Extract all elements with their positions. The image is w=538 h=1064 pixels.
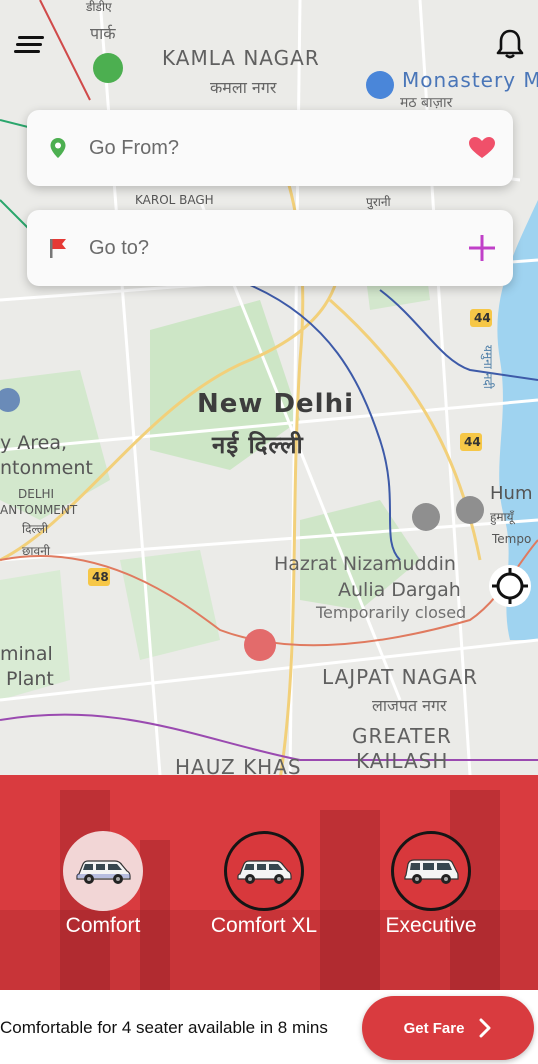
map-label: छावनी xyxy=(22,544,50,558)
map-label: GREATER xyxy=(352,724,452,748)
flag-icon xyxy=(27,237,89,259)
vehicle-label: Comfort xyxy=(65,914,141,937)
map-label: New Delhi xyxy=(197,389,355,419)
map-label: लाजपत नगर xyxy=(372,696,447,715)
map-label: ANTONMENT xyxy=(0,503,78,517)
vehicle-option-comfort-xl[interactable]: Comfort XL xyxy=(179,831,349,938)
vehicle-option-comfort[interactable]: Comfort xyxy=(18,831,188,938)
map-label: Monastery Ma xyxy=(402,68,538,92)
locate-me-button[interactable] xyxy=(489,565,531,607)
from-input[interactable] xyxy=(89,128,451,168)
bottom-bar: Comfortable for 4 seater available in 8 … xyxy=(0,990,538,1064)
car-icon xyxy=(224,831,304,911)
vehicle-label: Comfort XL xyxy=(210,914,318,937)
road-shield-label: 48 xyxy=(92,570,109,584)
map-label: DELHI xyxy=(18,487,55,501)
vehicle-selection-panel: Comfort Comfort XL Executive xyxy=(0,775,538,990)
map-label: Tempo xyxy=(492,532,532,546)
vehicle-label: Executive xyxy=(385,914,477,937)
vehicle-option-executive[interactable]: Executive xyxy=(346,831,516,938)
map-label: हुमायूँ xyxy=(490,510,514,524)
get-fare-button[interactable]: Get Fare xyxy=(362,996,534,1060)
map-label: LAJPAT NAGAR xyxy=(322,665,479,689)
map-label: Hazrat Nizamuddin xyxy=(274,553,456,575)
to-input[interactable] xyxy=(89,228,451,268)
chevron-right-icon xyxy=(479,1018,491,1038)
map-label: KAILASH xyxy=(356,749,449,773)
favorite-heart-icon[interactable] xyxy=(451,136,513,160)
map-label: Plant xyxy=(6,668,54,690)
location-pin-icon xyxy=(27,137,89,159)
map-label: Aulia Dargah xyxy=(338,579,461,601)
road-shield-label: 44 xyxy=(474,311,491,325)
get-fare-label: Get Fare xyxy=(403,1019,465,1037)
map-label: Hum xyxy=(490,483,533,504)
road-shield-label: 44 xyxy=(464,435,481,449)
car-icon xyxy=(63,831,143,911)
map-label: HAUZ KHAS xyxy=(175,755,302,775)
add-stop-plus-icon[interactable] xyxy=(451,234,513,262)
map-label: दिल्ली xyxy=(22,522,49,536)
from-location-card xyxy=(27,110,513,186)
to-location-card xyxy=(27,210,513,286)
map-label: ntonment xyxy=(0,457,93,479)
map-label: कमला नगर xyxy=(210,78,277,97)
map-label: y Area, xyxy=(0,432,68,454)
map-label: यमुना नदी xyxy=(481,345,495,389)
map-label: डीडीए xyxy=(86,0,112,14)
map-label: पुरानी xyxy=(366,195,391,209)
map-label: minal xyxy=(0,643,53,665)
crosshair-icon xyxy=(492,568,528,604)
map-label: KAMLA NAGAR xyxy=(162,46,320,70)
map-label: Temporarily closed xyxy=(316,603,467,622)
map-label: KAROL BAGH xyxy=(135,193,214,207)
bell-icon[interactable] xyxy=(496,28,524,65)
map-label: पार्क xyxy=(90,24,116,43)
map-label: नई दिल्ली xyxy=(212,431,304,459)
availability-text: Comfortable for 4 seater available in 8 … xyxy=(0,1018,328,1037)
menu-icon[interactable] xyxy=(14,34,46,59)
car-icon xyxy=(391,831,471,911)
